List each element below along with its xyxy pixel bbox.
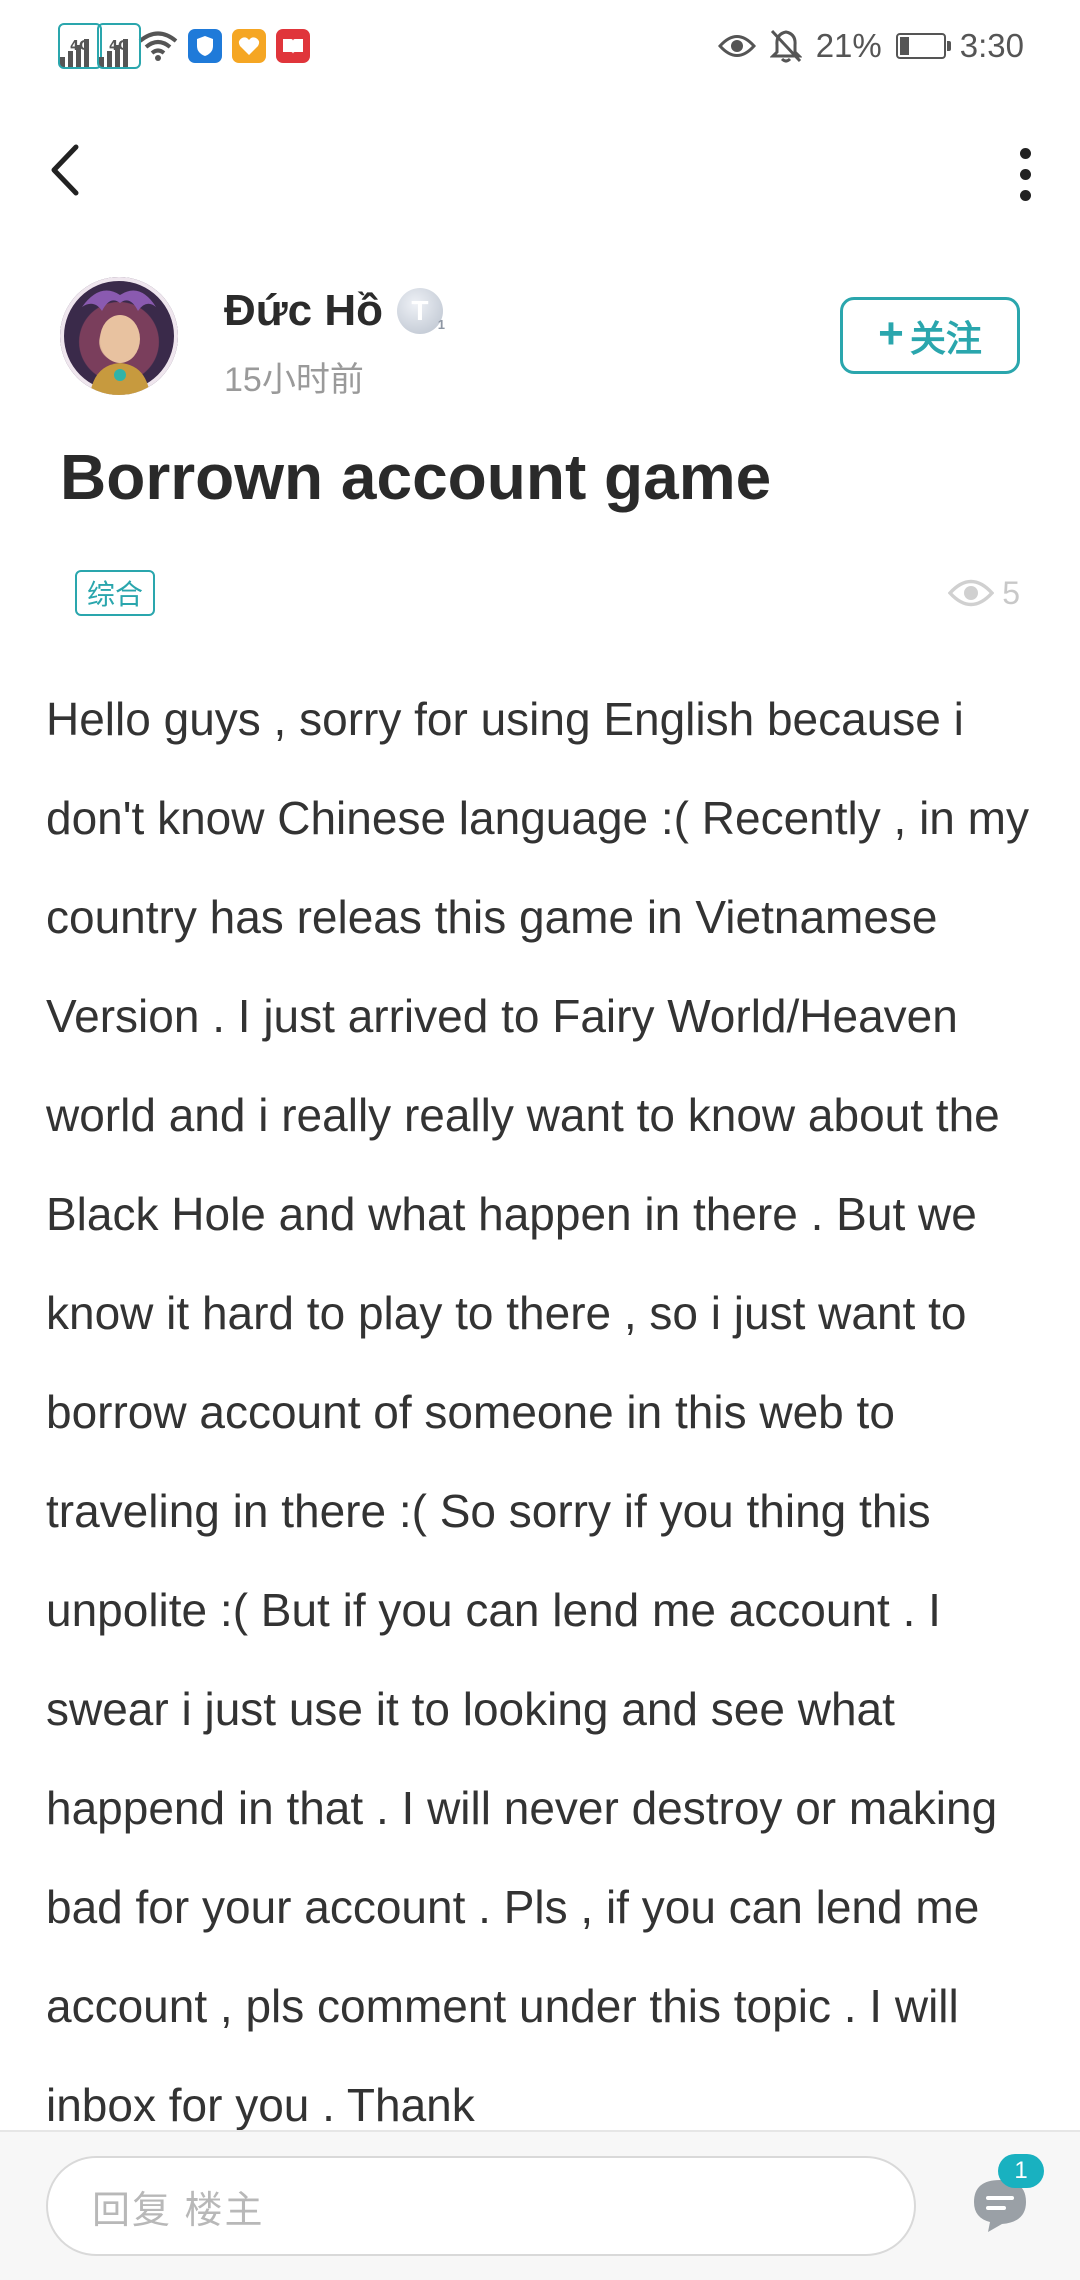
post-body-text: Hello guys , sorry for using English bec… — [46, 693, 1029, 2130]
eye-icon — [948, 579, 995, 607]
post-title: Borrown account game — [60, 441, 772, 513]
status-bar: 4G 4G 21% 3:30 — [0, 0, 1080, 92]
author-name-row[interactable]: Đức Hồ T 1 — [224, 286, 445, 336]
view-count-value: 5 — [1002, 574, 1020, 611]
follow-label: 关注 — [909, 317, 982, 359]
chevron-left-icon — [51, 144, 79, 196]
status-right: 21% 3:30 — [717, 22, 1024, 70]
more-vertical-icon — [1019, 147, 1031, 159]
post-time: 15小时前 — [224, 361, 364, 399]
book-app-icon — [276, 29, 310, 63]
heart-app-icon — [232, 29, 266, 63]
shield-app-icon — [188, 29, 222, 63]
more-options-button[interactable] — [1000, 140, 1050, 208]
comment-count-badge: 1 — [998, 2154, 1044, 2188]
reply-input[interactable]: 回复 楼主 — [46, 2156, 916, 2256]
view-count: 5 — [948, 570, 1020, 616]
signal-icon: 4G — [97, 23, 141, 69]
back-button[interactable] — [40, 140, 90, 200]
plus-icon: + — [878, 308, 904, 358]
clock: 3:30 — [959, 27, 1024, 64]
eye-icon — [717, 35, 756, 57]
bell-off-icon — [769, 29, 802, 63]
signal-icon: 4G — [58, 23, 102, 69]
category-tag[interactable]: 综合 — [75, 570, 156, 616]
level-badge-icon: T 1 — [396, 288, 445, 334]
post-body: Hello guys , sorry for using English bec… — [46, 670, 1036, 2130]
wifi-icon — [138, 31, 178, 61]
follow-button[interactable]: + 关注 — [840, 297, 1020, 374]
reply-bar: 回复 楼主 — [0, 2130, 1080, 2280]
battery-percent: 21% — [815, 27, 882, 64]
battery-icon — [895, 33, 951, 59]
author-name[interactable]: Đức Hồ — [224, 286, 383, 336]
avatar[interactable] — [60, 277, 178, 395]
status-left: 4G 4G — [58, 22, 310, 70]
